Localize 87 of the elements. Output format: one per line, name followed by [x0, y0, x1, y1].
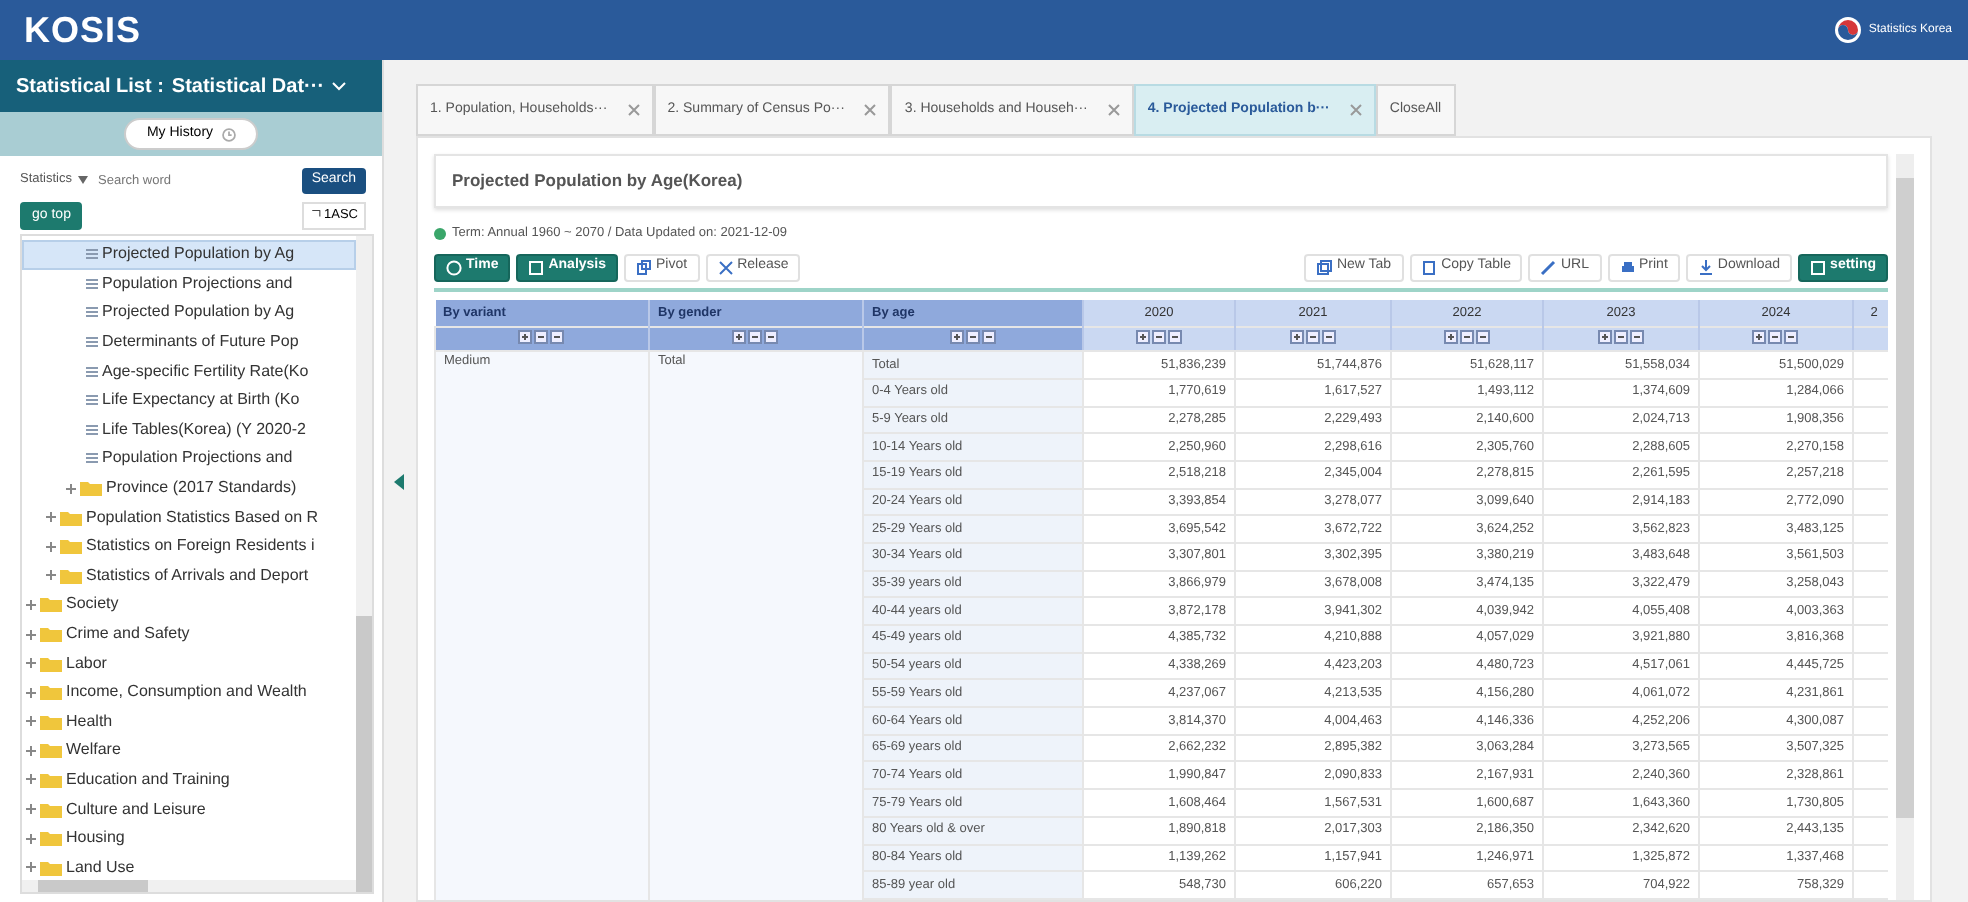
tree-item[interactable]: Population Statistics Based on R [22, 502, 356, 532]
tree-item[interactable]: Life Expectancy at Birth (Ko [22, 385, 356, 416]
table-icon [86, 423, 98, 436]
filter-controls-icon[interactable] [1752, 330, 1800, 345]
tree-item[interactable]: Life Tables(Korea) (Y 2020-2 [22, 415, 356, 445]
folder-icon [40, 713, 62, 730]
tree-item[interactable]: Statistics on Foreign Residents i [22, 531, 356, 562]
page-title: Projected Population by Age(Korea) [434, 154, 1888, 208]
close-icon[interactable] [1349, 104, 1362, 116]
folder-icon [40, 655, 62, 672]
table-icon [86, 365, 98, 378]
folder-icon [40, 830, 62, 847]
close-icon[interactable] [627, 104, 640, 116]
tree-item[interactable]: Housing [22, 823, 356, 853]
expand-icon[interactable] [26, 716, 36, 727]
tree-item[interactable]: Projected Population by Ag [22, 240, 356, 270]
folder-icon [40, 742, 62, 759]
tree-item[interactable]: Health [22, 707, 356, 737]
document-icon [1421, 259, 1438, 275]
table-icon [86, 394, 98, 407]
tree-item[interactable]: Statistics of Arrivals and Deport [22, 561, 356, 591]
scrollbar[interactable] [356, 236, 372, 892]
folder-icon [40, 596, 62, 613]
close-icon[interactable] [1107, 104, 1120, 116]
list-selector[interactable]: Statistical List : Statistical Dat··· [0, 60, 382, 112]
filter-controls-icon[interactable] [1135, 330, 1183, 345]
tree-item[interactable]: Society [22, 590, 356, 620]
tree-item[interactable]: Income, Consumption and Wealth [22, 677, 356, 707]
tree-item[interactable]: Education and Training [22, 765, 356, 795]
folder-icon [60, 538, 82, 555]
window-icon [1316, 259, 1333, 275]
tree-item[interactable]: Culture and Leisure [22, 794, 356, 824]
table-icon [86, 306, 98, 319]
table-icon [86, 248, 98, 261]
expand-icon[interactable] [26, 862, 36, 873]
tree-item[interactable]: Age-specific Fertility Rate(Ko [22, 356, 356, 386]
printer-icon [1619, 259, 1635, 275]
expand-icon[interactable] [26, 804, 36, 815]
expand-icon[interactable] [46, 570, 56, 581]
expand-icon[interactable] [26, 774, 36, 785]
download-icon [1697, 259, 1714, 275]
tree-item[interactable]: Population Projections and [22, 269, 356, 299]
folder-icon [40, 859, 62, 876]
expand-icon[interactable] [66, 483, 76, 494]
logo-text: KOSIS [24, 7, 142, 53]
close-icon[interactable] [864, 104, 877, 116]
chevron-down-icon [332, 81, 347, 91]
folder-icon [80, 480, 102, 497]
folder-icon [60, 567, 82, 584]
filter-controls-icon[interactable] [949, 330, 997, 345]
expand-icon[interactable] [26, 658, 36, 669]
filter-controls-icon[interactable] [1443, 330, 1491, 345]
tree-item[interactable]: Projected Population by Ag [22, 298, 356, 328]
folder-icon [40, 801, 62, 818]
expand-icon[interactable] [26, 745, 36, 756]
tree-item[interactable]: Welfare [22, 736, 356, 766]
copy-icon [636, 259, 653, 275]
expand-icon[interactable] [46, 541, 56, 552]
tree-item[interactable]: Determinants of Future Pop [22, 327, 356, 357]
expand-icon[interactable] [46, 512, 56, 523]
folder-icon [40, 626, 62, 643]
filter-controls-icon[interactable] [732, 330, 780, 345]
scrollbar[interactable] [1896, 154, 1914, 900]
tree-item[interactable]: Land Use [22, 852, 356, 883]
expand-icon[interactable] [26, 833, 36, 844]
expand-icon[interactable] [26, 687, 36, 698]
folder-icon [40, 771, 62, 788]
folder-icon [60, 509, 82, 526]
filter-controls-icon[interactable] [518, 330, 566, 345]
expand-icon[interactable] [26, 629, 36, 640]
tree-item[interactable]: Labor [22, 648, 356, 678]
expand-icon[interactable] [26, 599, 36, 610]
folder-icon [40, 684, 62, 701]
tree-item[interactable]: Province (2017 Standards) [22, 473, 356, 503]
table-icon [86, 336, 98, 349]
scrollbar[interactable] [22, 880, 356, 892]
cross-icon [717, 259, 734, 275]
dot-icon [434, 227, 446, 240]
filter-controls-icon[interactable] [1597, 330, 1645, 345]
tree-item[interactable]: Crime and Safety [22, 619, 356, 649]
caret-icon [78, 176, 89, 185]
tree-item[interactable]: Population Projections and [22, 444, 356, 474]
table-icon [86, 452, 98, 465]
emblem-icon [1834, 16, 1863, 44]
filter-controls-icon[interactable] [1289, 330, 1337, 345]
table-icon [86, 277, 98, 290]
collapse-arrow-icon[interactable] [393, 473, 403, 489]
